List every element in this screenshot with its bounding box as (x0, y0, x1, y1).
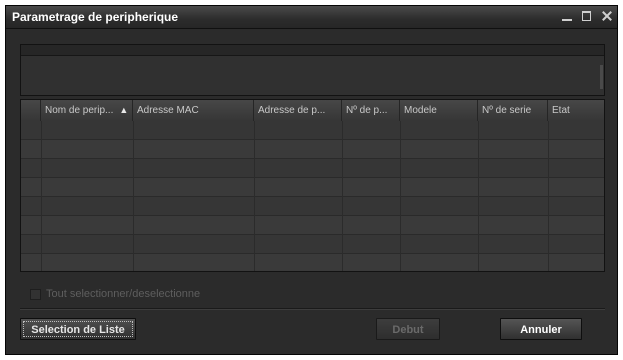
column-divider (133, 121, 134, 271)
column-header-model[interactable]: Modele (400, 100, 478, 121)
column-header-device-name[interactable]: Nom de perip... ▲ (41, 100, 133, 121)
column-divider (478, 121, 479, 271)
column-header-label: Nom de perip... (45, 105, 114, 116)
table-row[interactable] (21, 159, 604, 178)
device-filter-panel (20, 44, 605, 96)
table-header: Nom de perip... ▲ Adresse MAC Adresse de … (21, 100, 604, 122)
sort-ascending-icon: ▲ (119, 105, 129, 115)
column-divider (548, 121, 549, 271)
close-icon[interactable] (599, 8, 615, 24)
window-title: Parametrage de peripherique (12, 10, 179, 24)
column-header-serial-number[interactable]: Nº de serie (478, 100, 548, 121)
checkbox-box[interactable] (30, 288, 41, 300)
table-row[interactable] (21, 197, 604, 216)
focus-ring (23, 321, 133, 337)
cancel-button[interactable]: Annuler (500, 318, 582, 340)
window-controls (559, 8, 615, 24)
column-header-ip-address[interactable]: Adresse de p... (254, 100, 342, 121)
maximize-icon[interactable] (579, 8, 595, 24)
column-divider (41, 121, 42, 271)
table-row[interactable] (21, 216, 604, 235)
table-row[interactable] (21, 140, 604, 159)
panel-scrollbar[interactable] (600, 65, 603, 89)
table-row[interactable] (21, 235, 604, 254)
device-table: Nom de perip... ▲ Adresse MAC Adresse de … (20, 99, 605, 272)
start-button[interactable]: Debut (376, 318, 440, 340)
table-row[interactable] (21, 121, 604, 140)
minimize-icon[interactable] (559, 8, 575, 24)
column-divider (342, 121, 343, 271)
device-settings-dialog: Parametrage de peripherique Nom de perip… (5, 5, 618, 355)
table-body (21, 121, 604, 271)
footer-separator (20, 308, 605, 310)
column-header-port-number[interactable]: Nº de p... (342, 100, 400, 121)
title-bar[interactable]: Parametrage de peripherique (6, 6, 617, 29)
list-selection-button[interactable]: Selection de Liste (20, 318, 136, 340)
table-row[interactable] (21, 254, 604, 271)
select-all-label: Tout selectionner/deselectionne (46, 288, 201, 300)
column-header-select[interactable] (21, 100, 41, 121)
select-all-checkbox[interactable]: Tout selectionner/deselectionne (30, 288, 200, 300)
column-header-status[interactable]: Etat (548, 100, 604, 121)
column-divider (254, 121, 255, 271)
column-header-mac-address[interactable]: Adresse MAC (133, 100, 254, 121)
table-row[interactable] (21, 178, 604, 197)
panel-header-strip (21, 45, 604, 56)
column-divider (400, 121, 401, 271)
